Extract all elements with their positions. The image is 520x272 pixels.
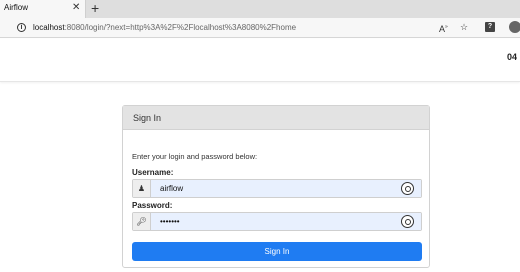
- address-bar: i localhost:8080/login/?next=http%3A%2F%…: [0, 18, 520, 38]
- navbar-time: 04: [507, 52, 518, 62]
- password-field[interactable]: •••••••: [151, 213, 421, 230]
- signin-panel-header: Sign In: [123, 106, 429, 130]
- url-host: localhost: [33, 23, 65, 32]
- username-label: Username:: [132, 168, 174, 177]
- new-tab-button[interactable]: +: [91, 0, 99, 16]
- app-navbar: 04: [0, 39, 520, 82]
- browser-tab[interactable]: Airflow ✕: [0, 0, 86, 18]
- user-icon: ♟: [133, 180, 151, 197]
- signin-title: Sign In: [133, 113, 162, 123]
- info-icon[interactable]: i: [17, 23, 26, 32]
- password-manager-icon[interactable]: [401, 182, 414, 195]
- signin-panel: Sign In Enter your login and password be…: [122, 105, 430, 268]
- profile-icon[interactable]: [509, 21, 520, 33]
- tab-close-icon[interactable]: ✕: [72, 2, 80, 14]
- read-aloud-icon[interactable]: A»: [439, 21, 448, 35]
- username-field[interactable]: airflow: [151, 180, 421, 197]
- url-path: :8080/login/?next=http%3A%2F%2Flocalhost…: [64, 23, 297, 32]
- help-icon[interactable]: ?: [485, 22, 495, 32]
- password-input-group: 🔑︎ •••••••: [132, 212, 422, 231]
- tab-title: Airflow: [4, 3, 29, 12]
- favorites-add-icon[interactable]: ☆: [460, 21, 468, 33]
- password-manager-icon[interactable]: [401, 215, 414, 228]
- signin-button[interactable]: Sign In: [132, 242, 422, 261]
- browser-tab-strip: Airflow ✕ +: [0, 0, 520, 18]
- password-label: Password:: [132, 201, 173, 210]
- url-field[interactable]: localhost:8080/login/?next=http%3A%2F%2F…: [33, 23, 296, 32]
- key-icon: 🔑︎: [133, 213, 151, 230]
- username-input-group: ♟ airflow: [132, 179, 422, 198]
- signin-instructions: Enter your login and password below:: [132, 152, 258, 161]
